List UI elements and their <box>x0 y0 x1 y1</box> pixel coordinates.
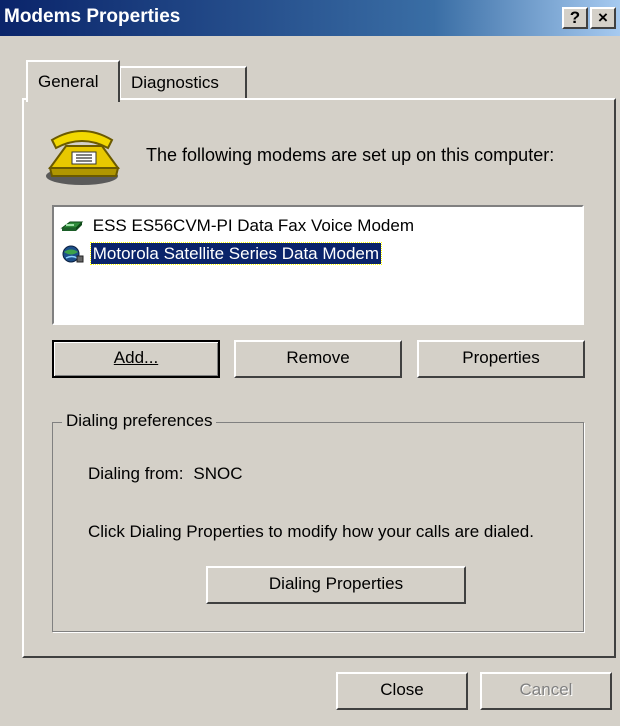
tab-general-label: General <box>38 72 99 91</box>
window-title: Modems Properties <box>4 6 181 27</box>
close-button[interactable]: Close <box>336 672 468 710</box>
cancel-button: Cancel <box>480 672 612 710</box>
title-bar[interactable]: Modems Properties ? × <box>0 0 620 36</box>
tab-diagnostics-label: Diagnostics <box>131 73 219 92</box>
modems-properties-dialog: Modems Properties ? × General Diagnostic… <box>0 0 620 726</box>
tab-diagnostics[interactable]: Diagnostics <box>119 66 247 100</box>
close-window-button[interactable]: × <box>590 7 616 29</box>
help-button[interactable]: ? <box>562 7 588 29</box>
tab-general[interactable]: General <box>26 60 120 102</box>
general-tab-panel <box>22 98 616 658</box>
